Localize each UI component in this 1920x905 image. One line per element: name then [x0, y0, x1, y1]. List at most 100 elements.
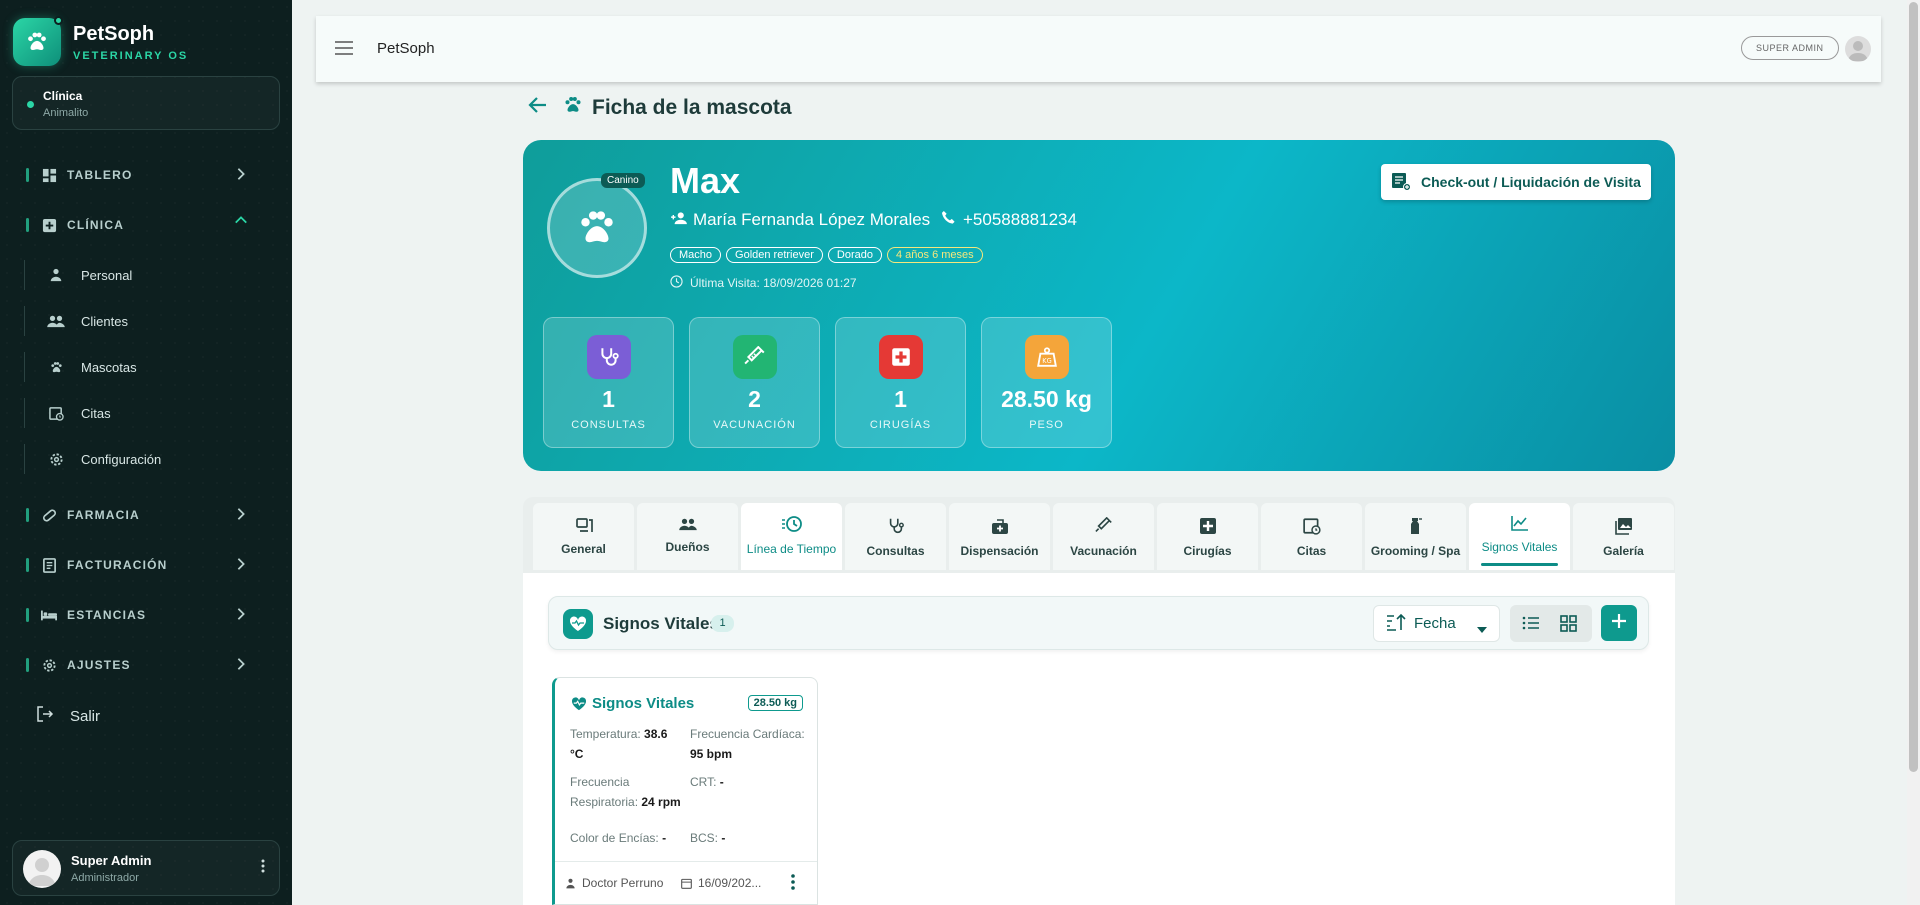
sidebar-item-label: Configuración [81, 451, 162, 467]
chevron-right-icon [234, 167, 248, 186]
user-name: Super Admin [71, 853, 152, 868]
nav-section-tablero[interactable]: TABLERO [26, 163, 256, 187]
paw-icon [47, 360, 65, 375]
tab-duenos[interactable]: Dueños [637, 503, 738, 570]
logout-button[interactable]: Salir [36, 705, 100, 728]
stat-value: 1 [602, 386, 615, 412]
sidebar-item-citas[interactable]: Citas [24, 398, 264, 428]
chevron-right-icon [234, 507, 248, 526]
pet-tabs: General Dueños Línea de Tiempo Consultas… [523, 497, 1675, 573]
stat-cirugias[interactable]: 1 CIRUGÍAS [835, 317, 966, 448]
receipt-add-icon [1391, 171, 1411, 194]
tab-citas[interactable]: Citas [1261, 503, 1362, 570]
tab-cirugias[interactable]: Cirugías [1157, 503, 1258, 570]
stat-consultas[interactable]: 1 CONSULTAS [543, 317, 674, 448]
weight-badge: 28.50 kg [747, 695, 803, 711]
vitals-card[interactable]: Signos Vitales 28.50 kg Temperatura: 38.… [552, 677, 818, 905]
nav-section-label: FACTURACIÓN [67, 558, 168, 572]
nav-section-ajustes[interactable]: AJUSTES [26, 653, 256, 677]
clinic-label: Clínica [43, 89, 83, 103]
avatar [23, 850, 61, 888]
chevron-right-icon [234, 557, 248, 576]
checkout-label: Check-out / Liquidación de Visita [1421, 174, 1641, 190]
tab-label: Vacunación [1070, 544, 1137, 558]
stat-peso[interactable]: KG 28.50 kg PESO [981, 317, 1112, 448]
bed-icon [41, 607, 57, 623]
tab-galeria[interactable]: Galería [1573, 503, 1674, 570]
app-title: PetSoph [377, 40, 435, 57]
invoice-icon [41, 557, 57, 573]
view-toggle[interactable] [1510, 605, 1592, 642]
sidebar-item-configuracion[interactable]: Configuración [24, 444, 264, 474]
stethoscope-icon [587, 335, 631, 379]
tab-linea-de-tiempo[interactable]: Línea de Tiempo [741, 503, 842, 570]
logout-label: Salir [70, 708, 101, 725]
spray-bottle-icon [1409, 517, 1423, 538]
checkout-button[interactable]: Check-out / Liquidación de Visita [1381, 164, 1651, 200]
tab-dispensacion[interactable]: Dispensación [949, 503, 1050, 570]
brand-subtitle: VETERINARY OS [73, 49, 189, 62]
temperature-field: Temperatura: 38.6 °C [570, 724, 682, 764]
nav-section-label: FARMACIA [67, 508, 140, 522]
tab-vacunacion[interactable]: Vacunación [1053, 503, 1154, 570]
more-vertical-icon[interactable] [791, 874, 795, 895]
grid-view-icon[interactable] [1560, 615, 1577, 637]
tab-consultas[interactable]: Consultas [845, 503, 946, 570]
nav-section-label: ESTANCIAS [67, 608, 147, 622]
user-profile[interactable]: Super Admin Administrador [12, 840, 280, 896]
gum-color-field: Color de Encías: - [570, 828, 690, 848]
phone-info[interactable]: +50588881234 [941, 210, 1077, 230]
person-icon [47, 268, 65, 282]
heart-pulse-icon [571, 696, 587, 710]
sidebar-item-personal[interactable]: Personal [24, 260, 264, 290]
sort-dropdown[interactable]: Fecha [1373, 605, 1500, 642]
add-button[interactable] [1601, 605, 1637, 641]
user-avatar-icon[interactable] [1845, 36, 1871, 62]
respiratory-rate-field: Frecuencia Respiratoria: 24 rpm [570, 772, 682, 812]
nav-section-farmacia[interactable]: FARMACIA [26, 503, 256, 527]
back-arrow-icon[interactable] [528, 96, 548, 119]
owner-info[interactable]: María Fernanda López Morales [670, 210, 930, 230]
sidebar-item-label: Personal [81, 267, 133, 283]
nav-section-clinica[interactable]: CLÍNICA [26, 213, 256, 237]
line-chart-icon [1510, 515, 1529, 534]
sidebar-item-label: Clientes [81, 313, 128, 329]
bcs-field: BCS: - [690, 828, 810, 848]
tab-grooming-spa[interactable]: Grooming / Spa [1365, 503, 1466, 570]
breed-tag: Golden retriever [726, 247, 823, 263]
brand[interactable]: PetSoph VETERINARY OS [13, 16, 189, 66]
field-value: - [662, 831, 667, 845]
species-badge: Canino [601, 173, 645, 188]
clinic-selector[interactable]: Clínica Animalito [12, 76, 280, 130]
people-icon [678, 517, 698, 534]
tab-label: Dueños [665, 540, 710, 554]
nav-section-estancias[interactable]: ESTANCIAS [26, 603, 256, 627]
sidebar-item-mascotas[interactable]: Mascotas [24, 352, 264, 382]
sex-tag: Macho [670, 247, 722, 263]
topbar: PetSoph SUPER ADMIN [316, 16, 1881, 82]
heart-pulse-icon [563, 609, 593, 639]
scrollbar-thumb[interactable] [1909, 2, 1918, 772]
medical-cross-icon [879, 335, 923, 379]
clock-icon [670, 275, 683, 291]
plus-icon [1611, 613, 1627, 634]
card-title: Signos Vitales [592, 695, 695, 712]
syringe-icon [1094, 516, 1113, 538]
tab-general[interactable]: General [533, 503, 634, 570]
nav-section-facturacion[interactable]: FACTURACIÓN [26, 553, 256, 577]
svg-text:KG: KG [1042, 357, 1051, 365]
calendar-icon [681, 878, 692, 889]
sort-ascending-icon [1386, 613, 1406, 635]
field-value: - [719, 775, 724, 789]
nav-section-label: AJUSTES [67, 658, 131, 672]
tab-signos-vitales[interactable]: Signos Vitales [1469, 503, 1570, 570]
tab-label: Citas [1296, 544, 1327, 558]
heart-rate-field: Frecuencia Cardíaca: 95 bpm [690, 724, 810, 764]
stat-vacunacion[interactable]: 2 VACUNACIÓN [689, 317, 820, 448]
crt-field: CRT: - [690, 772, 810, 792]
more-vertical-icon[interactable] [261, 859, 265, 878]
hamburger-menu-icon[interactable] [334, 40, 354, 61]
sidebar-item-clientes[interactable]: Clientes [24, 306, 264, 336]
list-view-icon[interactable] [1522, 615, 1540, 636]
field-label: Frecuencia Cardíaca: [690, 727, 805, 741]
